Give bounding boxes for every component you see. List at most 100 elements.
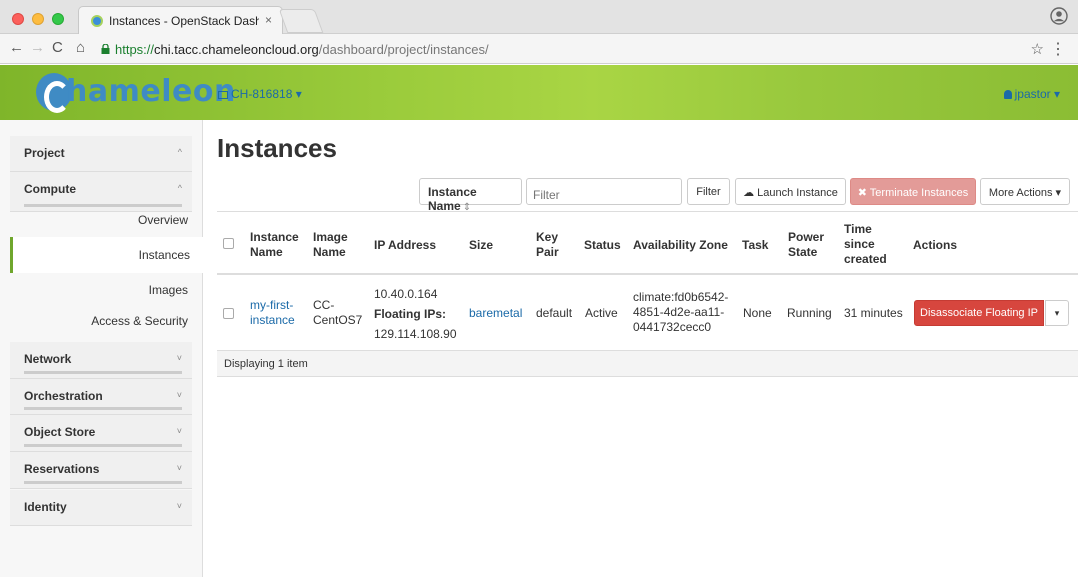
header-line: Power <box>788 230 825 244</box>
chevron-down-icon: ˅ <box>176 353 182 363</box>
url-host: chi.tacc.chameleoncloud.org <box>154 42 319 57</box>
sidebar-section-project[interactable]: Project ^ <box>10 136 192 172</box>
sidebar-item-images[interactable]: Images <box>149 283 188 297</box>
sidebar-item-label: Instances <box>138 248 190 262</box>
tab-close-icon[interactable]: × <box>265 13 272 27</box>
cell-line: my-first- <box>250 298 294 312</box>
site-header: hameleon CH-816818 ▾ jpastor ▾ <box>0 65 1078 120</box>
column-header-power-state[interactable]: Power State <box>788 230 824 260</box>
chevron-down-icon: ˅ <box>176 390 182 400</box>
forward-arrow-icon[interactable]: → <box>30 39 45 56</box>
browser-tab[interactable]: Instances - OpenStack Dashbo × <box>78 6 283 34</box>
chevron-down-icon: ˅ <box>176 501 182 511</box>
window-minimize-button[interactable] <box>32 13 44 25</box>
floating-ip-label: Floating IPs: <box>374 307 446 321</box>
header-line: State <box>788 245 818 259</box>
filter-input[interactable] <box>526 178 682 205</box>
column-header-availability-zone[interactable]: Availability Zone <box>633 238 728 253</box>
header-line: Time <box>844 222 872 236</box>
header-line: Instance <box>250 230 299 244</box>
sidebar-section-label: Reservations <box>24 462 100 476</box>
project-picker[interactable]: CH-816818 ▾ <box>218 87 302 101</box>
filter-button[interactable]: Filter <box>687 178 730 205</box>
sidebar-item-overview[interactable]: Overview <box>138 213 188 227</box>
column-header-status[interactable]: Status <box>584 238 621 253</box>
profile-icon[interactable] <box>1050 7 1068 25</box>
address-bar: ← → C ⌂ https://chi.tacc.chameleoncloud.… <box>0 34 1078 64</box>
size-link[interactable]: baremetal <box>469 306 522 321</box>
divider <box>24 371 182 374</box>
url-scheme: https:// <box>115 42 155 57</box>
home-icon[interactable]: ⌂ <box>76 39 85 56</box>
window-close-button[interactable] <box>12 13 24 25</box>
sidebar-section-orchestration[interactable]: Orchestration ˅ <box>10 379 192 415</box>
sidebar-item-instances[interactable]: Instances <box>10 237 203 273</box>
column-header-key-pair[interactable]: Key Pair <box>536 230 559 260</box>
sidebar-section-object-store[interactable]: Object Store ˅ <box>10 415 192 452</box>
browser-menu-icon[interactable]: ⋮ <box>1050 39 1066 59</box>
chevron-up-icon: ^ <box>177 183 182 193</box>
column-header-task[interactable]: Task <box>742 238 768 253</box>
sidebar-item-access-security[interactable]: Access & Security <box>91 314 188 328</box>
select-all-checkbox[interactable] <box>223 238 234 249</box>
image-name-cell: CC- CentOS7 <box>313 298 362 328</box>
url-field[interactable]: https://chi.tacc.chameleoncloud.org/dash… <box>115 42 489 57</box>
sidebar-section-reservations[interactable]: Reservations ˅ <box>10 452 192 489</box>
column-header-image-name[interactable]: Image Name <box>313 230 348 260</box>
divider <box>24 407 182 410</box>
disassociate-floating-ip-button[interactable]: Disassociate Floating IP <box>914 300 1044 326</box>
terminate-instances-button[interactable]: ✖ Terminate Instances <box>850 178 976 205</box>
url-path: /dashboard/project/instances/ <box>318 42 489 57</box>
more-actions-button[interactable]: More Actions ▾ <box>980 178 1070 205</box>
user-icon <box>1003 90 1012 99</box>
chameleon-logo[interactable]: hameleon <box>36 73 235 113</box>
filter-field-select[interactable]: Instance Name ⇕ <box>419 178 522 213</box>
bookmark-star-icon[interactable]: ☆ <box>1031 40 1044 58</box>
column-header-instance-name[interactable]: Instance Name <box>250 230 299 260</box>
sidebar-section-compute[interactable]: Compute ^ <box>10 172 192 212</box>
ip-address-cell: 10.40.0.164 Floating IPs: 129.114.108.90 <box>374 284 457 344</box>
user-menu[interactable]: jpastor ▾ <box>1003 87 1060 101</box>
sidebar-section-label: Orchestration <box>24 389 103 403</box>
item-count: Displaying 1 item <box>224 358 308 370</box>
reload-icon[interactable]: C <box>52 39 63 56</box>
chevron-down-icon: ˅ <box>176 463 182 473</box>
column-header-size[interactable]: Size <box>469 238 493 253</box>
cell-line: 0441732cecc0 <box>633 320 712 334</box>
table-row: my-first- instance CC- CentOS7 10.40.0.1… <box>217 275 1078 351</box>
cell-line: CentOS7 <box>313 313 363 327</box>
cell-line: climate:fd0b6542- <box>633 290 729 304</box>
instance-name-link[interactable]: my-first- instance <box>250 298 295 328</box>
sidebar: Project ^ Compute ^ Overview Instances I… <box>0 120 203 577</box>
row-select-checkbox[interactable] <box>223 308 234 319</box>
column-header-time-since-created[interactable]: Time since created <box>844 222 887 267</box>
divider <box>24 481 182 484</box>
availability-zone-cell: climate:fd0b6542- 4851-4d2e-aa11- 044173… <box>633 290 728 335</box>
divider <box>24 204 182 207</box>
back-arrow-icon[interactable]: ← <box>9 39 24 56</box>
launch-instance-button[interactable]: ☁ Launch Instance <box>735 178 846 205</box>
openstack-favicon-icon <box>91 15 103 27</box>
sidebar-section-label: Object Store <box>24 425 96 439</box>
tab-title: Instances - OpenStack Dashbo <box>109 14 259 28</box>
sidebar-section-label: Compute <box>24 182 76 196</box>
row-actions-dropdown-button[interactable]: ▾ <box>1045 300 1069 326</box>
key-pair-cell: default <box>536 306 573 320</box>
sidebar-section-identity[interactable]: Identity ˅ <box>10 490 192 526</box>
new-tab-button[interactable] <box>278 9 324 33</box>
sidebar-section-label: Network <box>24 352 72 366</box>
project-picker-label: CH-816818 ▾ <box>231 87 302 101</box>
sidebar-section-label: Identity <box>24 500 67 514</box>
chevron-down-icon: ˅ <box>176 426 182 436</box>
status-cell: Active <box>585 306 618 320</box>
column-header-ip-address[interactable]: IP Address <box>374 238 436 253</box>
header-line: Pair <box>536 245 559 259</box>
fixed-ip: 10.40.0.164 <box>374 287 438 301</box>
window-zoom-button[interactable] <box>52 13 64 25</box>
column-header-actions: Actions <box>913 238 958 252</box>
header-line: Name <box>250 245 283 259</box>
table-footer: Displaying 1 item <box>217 351 1078 377</box>
sidebar-section-network[interactable]: Network ˅ <box>10 342 192 379</box>
task-cell: None <box>743 306 772 320</box>
divider <box>24 444 182 447</box>
